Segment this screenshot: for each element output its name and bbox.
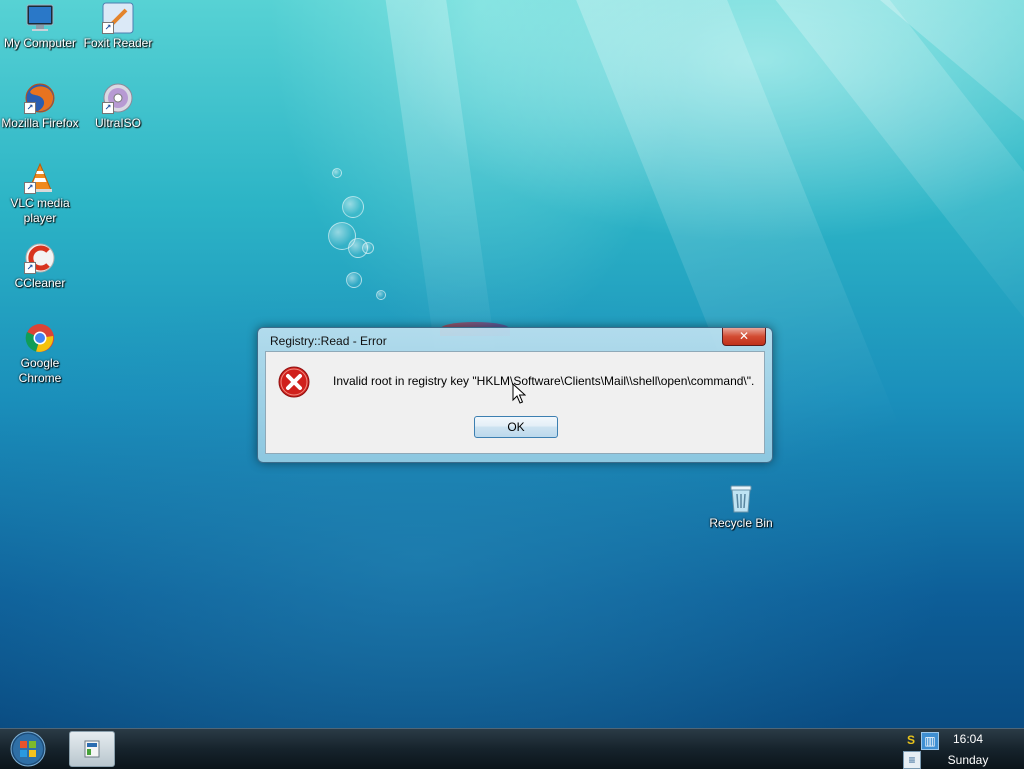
taskbar-app-button[interactable]: [69, 731, 115, 767]
desktop-icon-my-computer[interactable]: My Computer: [0, 2, 80, 51]
mouse-pointer-icon: [512, 382, 527, 410]
icon-label: Mozilla Firefox: [1, 116, 79, 130]
taskbar: S ▥ ≡ 16:04 Sunday: [0, 728, 1024, 769]
ultraiso-icon: ↗: [102, 82, 134, 114]
shortcut-arrow-icon: ↗: [102, 22, 114, 34]
tray-notes-icon[interactable]: ≡: [903, 751, 921, 769]
desktop-icon-foxit-reader[interactable]: ↗ Foxit Reader: [78, 2, 158, 51]
shortcut-arrow-icon: ↗: [24, 182, 36, 194]
icon-label: Recycle Bin: [709, 516, 773, 530]
bubble: [346, 272, 362, 288]
desktop[interactable]: My Computer ↗ Foxit Reader ↗ Mozilla Fir…: [0, 0, 1024, 728]
vlc-media-player-icon: ↗: [24, 162, 56, 194]
icon-label: UltraISO: [94, 116, 141, 130]
clock-time[interactable]: 16:04: [938, 732, 998, 746]
application-icon: [84, 740, 100, 758]
ok-button[interactable]: OK: [474, 416, 558, 438]
icon-label: My Computer: [3, 36, 77, 50]
start-button[interactable]: [8, 730, 48, 768]
bubble: [376, 290, 386, 300]
icon-label: Foxit Reader: [83, 36, 153, 50]
tray-network-icon[interactable]: ▥: [921, 732, 939, 750]
bubble: [362, 242, 374, 254]
google-chrome-icon: [24, 322, 56, 354]
desktop-icon-ultraiso[interactable]: ↗ UltraISO: [78, 82, 158, 131]
dialog-title: Registry::Read - Error: [270, 334, 387, 348]
icon-label: VLC media player: [10, 196, 70, 225]
shortcut-arrow-icon: ↗: [102, 102, 114, 114]
foxit-reader-icon: ↗: [102, 2, 134, 34]
desktop-icon-recycle-bin[interactable]: Recycle Bin: [701, 482, 781, 531]
recycle-bin-icon: [725, 482, 757, 514]
shortcut-arrow-icon: ↗: [24, 262, 36, 274]
icon-label: Google Chrome: [18, 356, 62, 385]
icon-label: CCleaner: [14, 276, 66, 290]
desktop-icon-mozilla-firefox[interactable]: ↗ Mozilla Firefox: [0, 82, 80, 131]
desktop-icon-ccleaner[interactable]: ↗ CCleaner: [0, 242, 80, 291]
error-message: Invalid root in registry key "HKLM\Softw…: [333, 374, 755, 388]
close-button[interactable]: ✕: [722, 328, 766, 346]
mozilla-firefox-icon: ↗: [24, 82, 56, 114]
bubble: [332, 168, 342, 178]
ccleaner-icon: ↗: [24, 242, 56, 274]
tray-s-icon[interactable]: S: [903, 732, 919, 748]
desktop-icon-google-chrome[interactable]: Google Chrome: [0, 322, 80, 386]
my-computer-icon: [24, 2, 56, 34]
error-icon: [278, 366, 310, 398]
clock-day[interactable]: Sunday: [938, 753, 998, 767]
bubble: [342, 196, 364, 218]
shortcut-arrow-icon: ↗: [24, 102, 36, 114]
desktop-icon-vlc-media-player[interactable]: ↗ VLC media player: [0, 162, 80, 226]
